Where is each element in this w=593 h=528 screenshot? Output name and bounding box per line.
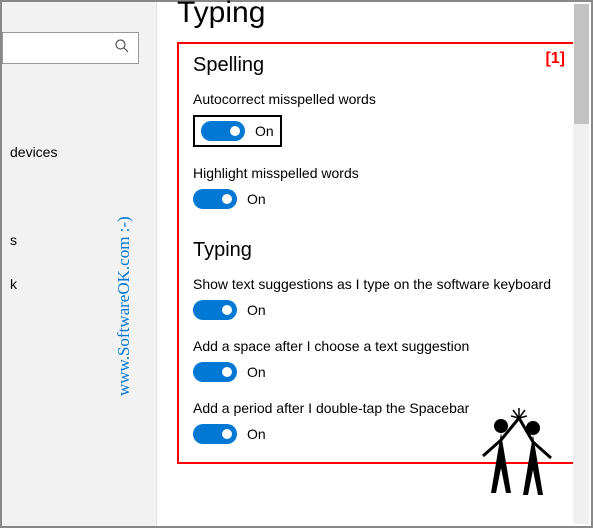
highlight-misspelled-setting: Highlight misspelled words On [193,165,561,209]
text-suggestions-setting: Show text suggestions as I type on the s… [193,276,561,320]
highlight-misspelled-label: Highlight misspelled words [193,165,561,181]
add-space-setting: Add a space after I choose a text sugges… [193,338,561,382]
sidebar-item-label: s [10,232,17,248]
sidebar-item-label: k [10,276,17,292]
text-suggestions-state: On [247,302,266,318]
sidebar-item-devices[interactable]: devices [2,130,156,174]
autocorrect-highlight-box: On [193,115,282,147]
add-period-state: On [247,426,266,442]
decorative-figures [463,398,573,508]
page-title: Typing [177,0,591,30]
add-space-state: On [247,364,266,380]
add-period-toggle[interactable] [193,424,237,444]
highlight-misspelled-toggle[interactable] [193,189,237,209]
autocorrect-setting: Autocorrect misspelled words On [193,91,561,147]
scrollbar[interactable] [573,4,589,524]
annotation-marker: [1] [545,50,565,68]
autocorrect-label: Autocorrect misspelled words [193,91,561,107]
autocorrect-state: On [255,123,274,139]
spelling-heading: Spelling [193,54,561,77]
typing-heading: Typing [193,239,561,262]
scrollbar-thumb[interactable] [573,4,589,124]
watermark-text: www.SoftwareOK.com :-) [114,216,134,396]
text-suggestions-toggle[interactable] [193,300,237,320]
add-space-label: Add a space after I choose a text sugges… [193,338,561,354]
text-suggestions-label: Show text suggestions as I type on the s… [193,276,561,292]
highlight-misspelled-state: On [247,191,266,207]
sidebar-item[interactable] [2,174,156,218]
add-space-toggle[interactable] [193,362,237,382]
search-input[interactable] [2,32,139,64]
sidebar-item-label: devices [10,144,57,160]
autocorrect-toggle[interactable] [201,121,245,141]
search-icon [114,38,130,59]
